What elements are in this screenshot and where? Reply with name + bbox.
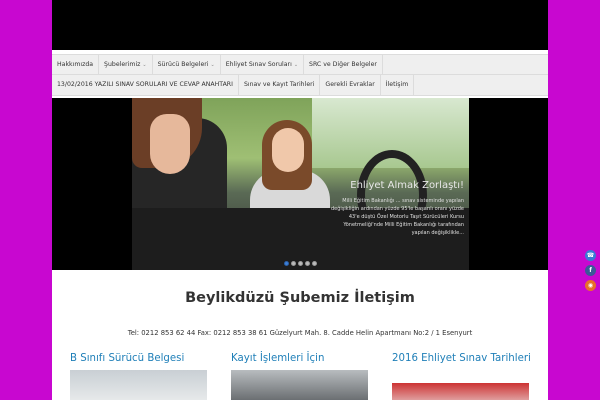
slider-dot[interactable] — [312, 261, 317, 266]
nav-item-row1-4[interactable]: SRC ve Diğer Belgeler — [304, 54, 383, 75]
nav-item-row2-1[interactable]: Sınav ve Kayıt Tarihleri — [239, 75, 321, 95]
social-buttons: ☎ f ◉ — [585, 250, 597, 295]
main-nav: Hakkımızda Şubelerimiz ⌄ Sürücü Belgeleri ⌄ E… — [52, 54, 548, 96]
rss-icon[interactable]: ◉ — [585, 280, 596, 291]
nav-row-secondary: 13/02/2016 YAZILI SINAV SORULARI VE CEVA… — [52, 75, 415, 95]
slider-dot[interactable] — [298, 261, 303, 266]
feature-title[interactable]: 2016 Ehliyet Sınav Tarihleri — [392, 353, 532, 365]
feature-column-license: B Sınıfı Sürücü Belgesi — [70, 353, 210, 400]
slider-dot[interactable] — [305, 261, 310, 266]
slide-caption: Ehliyet Almak Zorlaştı! Milli Eğitim Bak… — [324, 180, 464, 237]
feature-image[interactable] — [231, 370, 368, 400]
slider-dots — [284, 261, 317, 266]
nav-item-row1-3[interactable]: Ehliyet Sınav Soruları ⌄ — [221, 54, 305, 75]
feature-title[interactable]: Kayıt İşlemleri İçin — [231, 353, 371, 365]
feature-column-exam-dates: 2016 Ehliyet Sınav Tarihleri — [392, 353, 532, 400]
phone-icon[interactable]: ☎ — [585, 250, 596, 261]
nav-item-label: Şubelerimiz — [104, 60, 141, 68]
slide-text: Milli Eğitim Bakanlığı ... sınav sistemi… — [331, 198, 464, 236]
contact-info: Tel: 0212 853 62 44 Fax: 0212 853 38 61 … — [127, 329, 473, 337]
chevron-down-icon: ⌄ — [293, 61, 299, 68]
feature-column-registration: Kayıt İşlemleri İçin — [231, 353, 371, 400]
slider-dot[interactable] — [291, 261, 296, 266]
nav-item-label: SRC ve Diğer Belgeler — [309, 60, 377, 68]
image-slider[interactable]: Ehliyet Almak Zorlaştı! Milli Eğitim Bak… — [52, 98, 548, 270]
nav-item-label: Sınav ve Kayıt Tarihleri — [243, 81, 315, 88]
nav-item-row1-1[interactable]: Şubelerimiz ⌄ — [99, 54, 153, 75]
nav-item-row2-0[interactable]: 13/02/2016 YAZILI SINAV SORULARI VE CEVA… — [52, 75, 239, 95]
nav-item-label: Gerekli Evraklar — [325, 81, 375, 88]
feature-title[interactable]: B Sınıfı Sürücü Belgesi — [70, 353, 210, 365]
nav-item-label: 13/02/2016 YAZILI SINAV SORULARI VE CEVA… — [57, 81, 233, 88]
chevron-down-icon: ⌄ — [142, 61, 147, 68]
page-container: Hakkımızda Şubelerimiz ⌄ Sürücü Belgeleri ⌄ E… — [52, 0, 548, 400]
facebook-icon[interactable]: f — [585, 265, 596, 276]
feature-image[interactable] — [70, 370, 207, 400]
chevron-down-icon: ⌄ — [210, 61, 215, 68]
nav-item-label: Sürücü Belgeleri — [157, 60, 209, 68]
nav-item-label: Hakkımızda — [57, 60, 94, 68]
nav-item-label: İletişim — [385, 81, 409, 88]
nav-item-row2-2[interactable]: Gerekli Evraklar — [320, 75, 381, 95]
nav-item-row2-3[interactable]: İletişim — [381, 75, 415, 95]
slider-dot[interactable] — [284, 261, 289, 266]
nav-item-row1-0[interactable]: Hakkımızda — [52, 54, 100, 75]
feature-image[interactable] — [392, 383, 529, 400]
slide-title[interactable]: Ehliyet Almak Zorlaştı! — [324, 180, 464, 191]
nav-item-label: Ehliyet Sınav Soruları — [225, 60, 292, 68]
page-title: Beylikdüzü Şubemiz İletişim — [185, 290, 415, 306]
nav-row-primary: Hakkımızda Şubelerimiz ⌄ Sürücü Belgeleri ⌄ E… — [52, 54, 548, 75]
nav-item-row1-2[interactable]: Sürücü Belgeleri ⌄ — [153, 54, 221, 75]
header-banner — [52, 0, 548, 50]
